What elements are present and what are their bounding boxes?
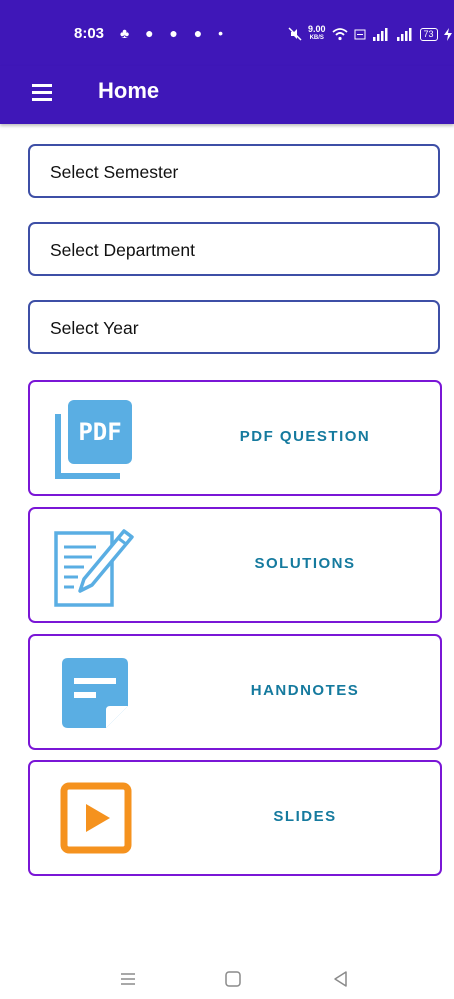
semester-select[interactable]: Select Semester — [28, 144, 440, 198]
note-icon — [62, 658, 128, 728]
year-select[interactable]: Select Year — [28, 300, 440, 354]
volte-icon — [354, 29, 366, 39]
battery-level: 73 — [419, 27, 438, 41]
home-nav-icon[interactable] — [222, 968, 244, 990]
page-title: Home — [98, 78, 160, 103]
play-icon — [60, 782, 132, 854]
network-speed: 9.00 KB/S — [308, 25, 326, 43]
hamburger-menu-icon[interactable] — [32, 84, 52, 101]
system-navigation-bar — [0, 960, 454, 999]
recent-apps-icon[interactable] — [117, 968, 139, 990]
handnotes-card[interactable]: HANDNOTES — [28, 634, 442, 750]
slides-card[interactable]: SLIDES — [28, 760, 442, 876]
status-time: 8:03 — [74, 25, 105, 42]
charging-icon — [443, 27, 452, 41]
system-status-icons: 9.00 KB/S 73 — [288, 25, 452, 43]
pdf-question-label: PDF QUESTION — [239, 428, 371, 445]
semester-select-label: Select Semester — [50, 162, 179, 182]
wifi-icon — [331, 27, 348, 40]
network-speed-unit: KB/S — [309, 35, 324, 41]
pdf-icon: PDF — [55, 400, 132, 479]
department-select[interactable]: Select Department — [28, 222, 440, 276]
pdf-question-card[interactable]: PDF PDF QUESTION — [28, 380, 442, 496]
edit-document-icon — [54, 529, 134, 607]
signal-2-icon — [396, 27, 412, 41]
pdf-icon-text: PDF — [78, 418, 121, 446]
department-select-label: Select Department — [50, 240, 195, 260]
solutions-card[interactable]: SOLUTIONS — [28, 507, 442, 623]
network-speed-value: 9.00 — [308, 24, 326, 34]
slides-label: SLIDES — [273, 808, 337, 825]
solutions-label: SOLUTIONS — [254, 555, 356, 572]
year-select-label: Select Year — [50, 318, 139, 338]
signal-1-icon — [372, 27, 388, 41]
mute-icon — [288, 27, 302, 41]
back-nav-icon[interactable] — [330, 968, 352, 990]
handnotes-label: HANDNOTES — [250, 682, 360, 699]
app-bar: Home — [0, 66, 454, 124]
notification-icons: ♣ ● ● ● • — [120, 25, 230, 41]
status-bar: 8:03 ♣ ● ● ● • 9.00 KB/S 73 — [0, 0, 454, 66]
